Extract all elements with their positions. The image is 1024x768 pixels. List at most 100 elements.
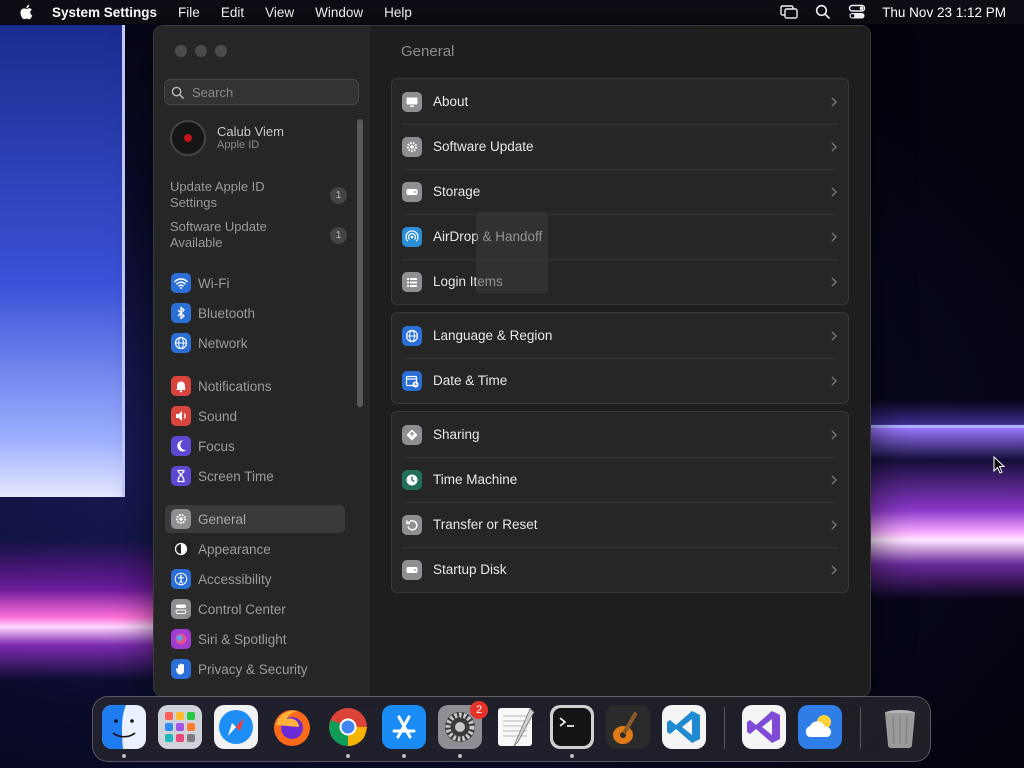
notification-badge: 2 bbox=[470, 701, 488, 719]
scrollbar-thumb[interactable] bbox=[357, 119, 363, 407]
chevron-right-icon bbox=[831, 475, 837, 484]
window-controls bbox=[175, 45, 227, 57]
wallpaper-glow bbox=[870, 400, 1024, 600]
reset-icon bbox=[402, 514, 422, 535]
time-machine-icon bbox=[402, 469, 422, 490]
airdrop-icon bbox=[402, 226, 422, 247]
sidebar-item-sound[interactable]: Sound bbox=[165, 402, 345, 430]
dock-trash[interactable] bbox=[878, 705, 922, 749]
sidebar-item-general[interactable]: General bbox=[165, 505, 345, 533]
dock-system-settings[interactable]: 2 bbox=[438, 701, 488, 749]
finder-icon bbox=[102, 705, 146, 749]
search-input[interactable] bbox=[190, 83, 354, 101]
row-airdrop-handoff[interactable]: AirDrop & Handoff bbox=[392, 214, 848, 259]
notice-label: Software Update Available bbox=[170, 219, 267, 250]
spotlight-search-icon[interactable] bbox=[814, 4, 832, 20]
dock-visual-studio[interactable] bbox=[742, 705, 786, 749]
sidebar-item-notifications[interactable]: Notifications bbox=[165, 372, 345, 400]
row-transfer-reset[interactable]: Transfer or Reset bbox=[392, 502, 848, 547]
sidebar-item-appearance[interactable]: Appearance bbox=[165, 535, 345, 563]
dock-vscode[interactable] bbox=[662, 705, 706, 749]
sidebar-item-network[interactable]: Network bbox=[165, 329, 345, 357]
dock-safari[interactable] bbox=[214, 705, 258, 749]
sidebar-item-label: Control Center bbox=[198, 601, 286, 617]
dock-app-store[interactable] bbox=[382, 705, 426, 749]
dock-textedit[interactable] bbox=[494, 705, 538, 749]
chevron-right-icon bbox=[831, 565, 837, 574]
row-time-machine[interactable]: Time Machine bbox=[392, 457, 848, 502]
notice-badge: 1 bbox=[330, 226, 347, 244]
terminal-icon bbox=[550, 705, 594, 749]
zoom-button[interactable] bbox=[215, 45, 227, 57]
menu-clock[interactable]: Thu Nov 23 1:12 PM bbox=[882, 5, 1006, 20]
page-title: General bbox=[401, 43, 455, 60]
dock-firefox[interactable] bbox=[270, 705, 314, 749]
dock-garageband[interactable] bbox=[606, 705, 650, 749]
dock-weather[interactable] bbox=[798, 705, 842, 749]
sidebar-item-control-center[interactable]: Control Center bbox=[165, 595, 345, 623]
wallpaper-panel bbox=[0, 25, 125, 497]
search-field[interactable] bbox=[164, 79, 359, 105]
menu-window[interactable]: Window bbox=[315, 5, 363, 20]
apple-id-account[interactable]: Calub Viem Apple ID bbox=[170, 120, 284, 156]
chevron-right-icon bbox=[831, 520, 837, 529]
control-center-icon[interactable] bbox=[848, 4, 866, 20]
row-software-update[interactable]: Software Update bbox=[392, 124, 848, 169]
menu-help[interactable]: Help bbox=[384, 5, 412, 20]
chevron-right-icon bbox=[831, 232, 837, 241]
row-about[interactable]: About bbox=[392, 79, 848, 124]
app-store-icon bbox=[382, 705, 426, 749]
chevron-right-icon bbox=[831, 187, 837, 196]
row-sharing[interactable]: Sharing bbox=[392, 412, 848, 457]
sidebar-item-privacy-security[interactable]: Privacy & Security bbox=[165, 655, 345, 683]
row-login-items[interactable]: Login Items bbox=[392, 259, 848, 304]
apple-menu-icon[interactable] bbox=[18, 3, 36, 21]
siri-icon bbox=[171, 629, 191, 649]
close-button[interactable] bbox=[175, 45, 187, 57]
notice-update-apple-id[interactable]: Update Apple ID Settings 1 bbox=[170, 179, 350, 211]
running-indicator bbox=[346, 754, 350, 758]
drive-icon bbox=[402, 559, 422, 580]
sidebar-scrollbar[interactable] bbox=[357, 119, 363, 407]
sidebar-item-accessibility[interactable]: Accessibility bbox=[165, 565, 345, 593]
minimize-button[interactable] bbox=[195, 45, 207, 57]
row-language-region[interactable]: Language & Region bbox=[392, 313, 848, 358]
dock-terminal[interactable] bbox=[550, 705, 594, 749]
menu-edit[interactable]: Edit bbox=[221, 5, 244, 20]
row-storage[interactable]: Storage bbox=[392, 169, 848, 214]
menu-file[interactable]: File bbox=[178, 5, 200, 20]
chevron-right-icon bbox=[831, 376, 837, 385]
sidebar-item-screen-time[interactable]: Screen Time bbox=[165, 462, 345, 490]
settings-group: Language & Region Date & Time bbox=[391, 312, 849, 404]
account-name: Calub Viem bbox=[217, 124, 284, 139]
sidebar-item-siri-spotlight[interactable]: Siri & Spotlight bbox=[165, 625, 345, 653]
system-settings-window: Calub Viem Apple ID Update Apple ID Sett… bbox=[153, 25, 871, 697]
row-startup-disk[interactable]: Startup Disk bbox=[392, 547, 848, 592]
sidebar-item-bluetooth[interactable]: Bluetooth bbox=[165, 299, 345, 327]
hand-icon bbox=[171, 659, 191, 679]
bluetooth-icon bbox=[171, 303, 191, 323]
garageband-icon bbox=[606, 705, 650, 749]
running-indicator bbox=[122, 754, 126, 758]
display-icon bbox=[402, 91, 422, 112]
wallpaper-line bbox=[870, 425, 1024, 428]
safari-icon bbox=[214, 705, 258, 749]
menu-app-name[interactable]: System Settings bbox=[52, 5, 157, 20]
running-indicator bbox=[402, 754, 406, 758]
dock-finder[interactable] bbox=[102, 705, 146, 749]
menu-bar: System Settings File Edit View Window He… bbox=[0, 0, 1024, 24]
notice-software-update[interactable]: Software Update Available 1 bbox=[170, 219, 350, 251]
vscode-icon bbox=[662, 705, 706, 749]
chevron-right-icon bbox=[831, 430, 837, 439]
menu-view[interactable]: View bbox=[265, 5, 294, 20]
screen-mirroring-icon[interactable] bbox=[780, 4, 798, 20]
dock-chrome[interactable] bbox=[326, 705, 370, 749]
row-date-time[interactable]: Date & Time bbox=[392, 358, 848, 403]
sidebar-item-wifi[interactable]: Wi-Fi bbox=[165, 269, 345, 297]
wallpaper-glow bbox=[0, 540, 160, 680]
sidebar-item-focus[interactable]: Focus bbox=[165, 432, 345, 460]
sidebar-item-label: General bbox=[198, 511, 247, 527]
sidebar-item-label: Accessibility bbox=[198, 571, 272, 587]
dock-launchpad[interactable] bbox=[158, 705, 202, 749]
row-label: Startup Disk bbox=[433, 562, 507, 577]
